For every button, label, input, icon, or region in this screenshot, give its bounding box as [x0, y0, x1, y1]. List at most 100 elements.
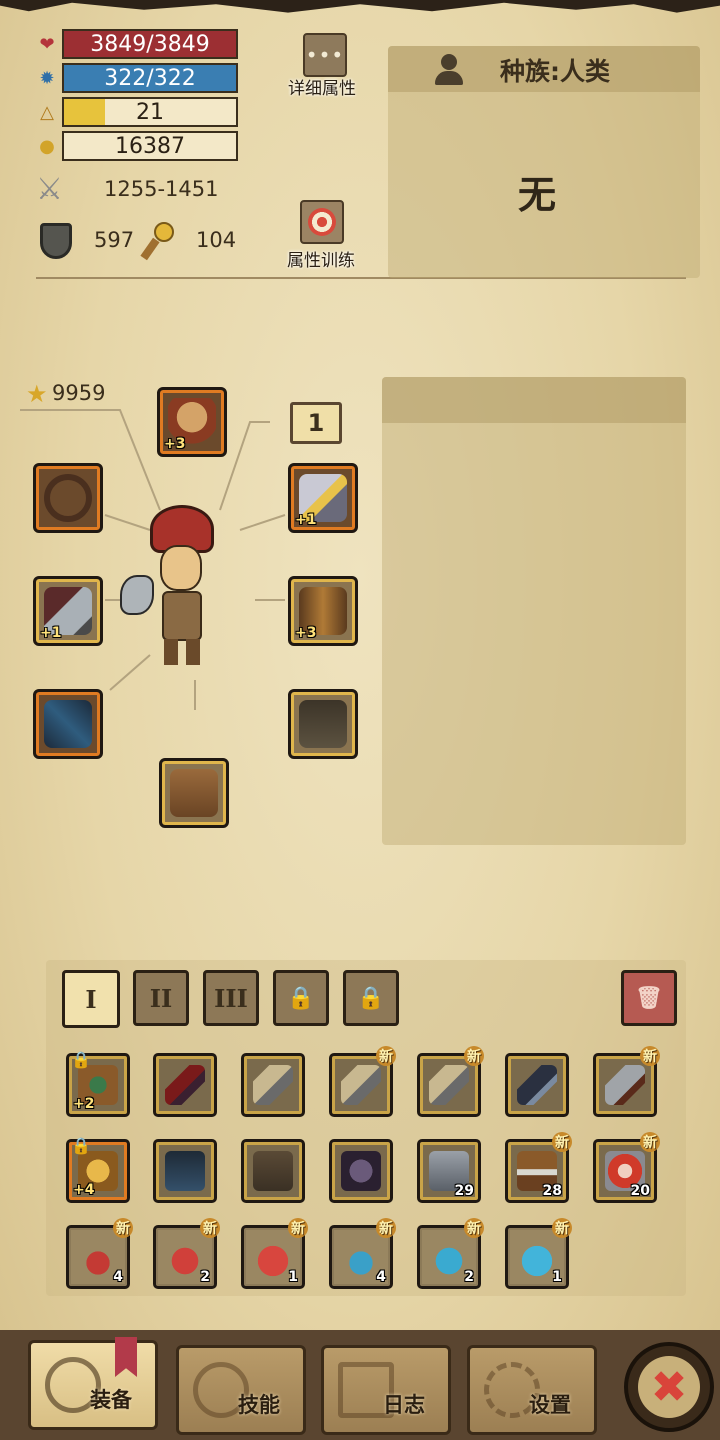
hp-bar: 3849/3849	[62, 29, 238, 59]
nav-equipment-label: 装备	[90, 1388, 132, 1412]
item-count: 28	[542, 1183, 562, 1199]
weapon-slot[interactable]: +1	[33, 576, 103, 646]
hero-character	[120, 505, 240, 675]
discard-button[interactable]: 🗑	[621, 970, 677, 1026]
inventory-slot[interactable]	[241, 1139, 305, 1203]
medium-blue-potion-icon	[429, 1237, 469, 1277]
hp-row: ❤ 3849/3849	[36, 29, 238, 59]
leather-pants-icon	[253, 1151, 293, 1191]
leather-pants-icon	[299, 700, 347, 748]
boots-slot[interactable]	[159, 758, 229, 828]
inventory-slot[interactable]	[153, 1053, 217, 1117]
head-slot[interactable]: +3	[157, 387, 227, 457]
nav-skills-tab[interactable]: 技能	[176, 1345, 306, 1435]
nav-journal-tab[interactable]: 日志	[321, 1345, 451, 1435]
accessory-slot[interactable]	[33, 463, 103, 533]
inventory-slot[interactable]: 🔒 +2	[66, 1050, 130, 1117]
inventory-slot[interactable]	[505, 1053, 569, 1117]
mp-value: 322/322	[104, 66, 196, 91]
legs-slot[interactable]	[288, 689, 358, 759]
detail-attributes-button[interactable]: •••	[303, 33, 347, 77]
inventory-slot[interactable]: 新	[417, 1046, 484, 1117]
nav-skills-label: 技能	[238, 1393, 280, 1417]
inventory-slot[interactable]	[153, 1139, 217, 1203]
lock-icon: 🔒	[287, 985, 315, 1011]
inventory-slot[interactable]	[329, 1139, 393, 1203]
amulet-enhance-level: +1	[295, 512, 317, 528]
detail-attributes-label: 详细属性	[288, 79, 356, 99]
race-panel: 种族:人类 无	[388, 46, 700, 278]
inventory-slot[interactable]: 新	[329, 1046, 396, 1117]
magic-staff-icon	[140, 222, 176, 261]
dark-bracer-icon	[341, 1151, 381, 1191]
bag-tab-3[interactable]: III	[203, 970, 259, 1026]
lock-icon: 🔒	[357, 985, 385, 1011]
nav-settings-tab[interactable]: 设置	[467, 1345, 597, 1435]
inventory-slot[interactable]: 2 新	[417, 1218, 484, 1289]
new-badge: 新	[552, 1132, 572, 1152]
inventory-slot[interactable]: 4 新	[66, 1218, 133, 1289]
item-info-panel	[382, 377, 686, 845]
target-icon	[308, 208, 336, 236]
inventory-slot[interactable]: 1 新	[505, 1218, 572, 1289]
mp-row: ✹ 322/322	[36, 63, 238, 93]
gloves-slot[interactable]: +3	[288, 576, 358, 646]
page-number[interactable]: 1	[290, 402, 342, 444]
gold-box: 16387	[62, 131, 238, 161]
race-label: 种族:人类	[500, 57, 610, 86]
inventory-slot[interactable]: 🔒 +4	[66, 1136, 130, 1203]
weapon-enhance-level: +1	[40, 625, 62, 641]
small-red-potion-icon	[78, 1237, 118, 1277]
heart-icon: ❤	[39, 33, 55, 55]
trash-icon: 🗑	[635, 985, 663, 1011]
level-row: △ 21	[36, 97, 238, 127]
item-count: 1	[552, 1269, 562, 1285]
head-enhance-level: +3	[164, 436, 186, 452]
dark-sword-icon	[517, 1065, 557, 1105]
close-button[interactable]: ✖	[624, 1342, 714, 1432]
medium-red-potion-icon	[165, 1237, 205, 1277]
bag-tab-locked-5[interactable]: 🔒	[343, 970, 399, 1026]
whip-icon	[44, 474, 92, 522]
inventory-slot[interactable]: 新	[593, 1046, 660, 1117]
new-badge: 新	[376, 1218, 396, 1238]
offhand-slot[interactable]	[33, 689, 103, 759]
inventory-slot[interactable]: 2 新	[153, 1218, 220, 1289]
inventory-slot[interactable]: 20 新	[593, 1132, 660, 1203]
gold-coins-icon: ●	[39, 135, 55, 157]
inventory-slot[interactable]: 1 新	[241, 1218, 308, 1289]
crossed-swords-icon: ⚔	[36, 172, 63, 207]
red-blade-icon	[165, 1065, 205, 1105]
broad-sword-icon	[605, 1065, 645, 1105]
nav-equipment-tab[interactable]: 装备	[28, 1337, 158, 1430]
inventory-slot[interactable]: 29	[417, 1139, 481, 1203]
person-icon	[434, 54, 464, 86]
inventory-slot[interactable]: 28 新	[505, 1132, 572, 1203]
attribute-training-button[interactable]	[300, 200, 344, 244]
item-enhance-level: +4	[73, 1182, 95, 1198]
mace-icon	[253, 1065, 293, 1105]
new-badge: 新	[376, 1046, 396, 1066]
inventory-slot[interactable]	[241, 1053, 305, 1117]
mace-icon	[341, 1065, 381, 1105]
torn-edge	[0, 0, 720, 13]
level-triangle-icon: △	[40, 101, 54, 123]
magic-resist-value: 104	[196, 228, 237, 252]
mana-icon: ✹	[39, 67, 55, 89]
bag-tab-1[interactable]: I	[62, 970, 120, 1028]
inventory-slot[interactable]: 4 新	[329, 1218, 396, 1289]
bag-tab-2[interactable]: II	[133, 970, 189, 1026]
race-value: 无	[518, 173, 557, 217]
amulet-slot[interactable]: +1	[288, 463, 358, 533]
new-badge: 新	[640, 1132, 660, 1152]
new-badge: 新	[288, 1218, 308, 1238]
gold-value: 16387	[115, 134, 185, 159]
gloves-enhance-level: +3	[295, 625, 317, 641]
new-badge: 新	[113, 1218, 133, 1238]
item-count: 4	[376, 1269, 386, 1285]
gold-row: ● 16387	[36, 131, 238, 161]
bookmark-ribbon-icon	[115, 1337, 137, 1377]
item-count: 20	[630, 1183, 650, 1199]
item-count: 2	[464, 1269, 474, 1285]
bag-tab-locked-4[interactable]: 🔒	[273, 970, 329, 1026]
